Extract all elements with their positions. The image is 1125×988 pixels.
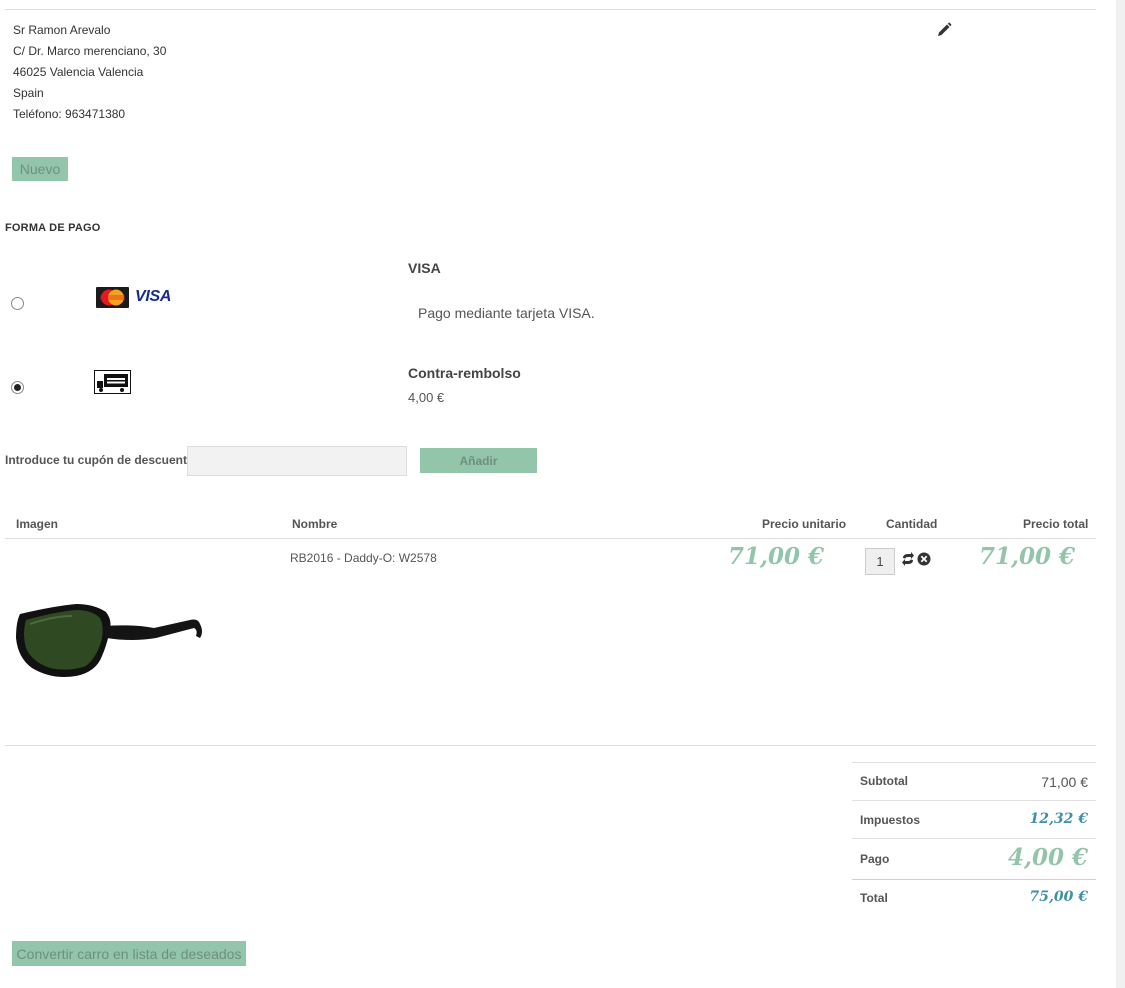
column-header-total-price: Precio total	[1023, 517, 1089, 531]
convert-to-wishlist-button[interactable]: Convertir carro en lista de deseados	[12, 941, 246, 966]
payment-fee-row: Pago 4,00 €	[852, 838, 1096, 879]
subtotal-label: Subtotal	[860, 774, 908, 788]
divider	[5, 745, 1096, 746]
mastercard-logo	[96, 287, 129, 308]
payment-radio-cod[interactable]	[11, 381, 24, 394]
total-value: 75,00 €	[1029, 889, 1088, 905]
pencil-icon[interactable]	[936, 22, 952, 38]
scrollbar[interactable]	[1116, 0, 1125, 988]
coupon-input[interactable]	[187, 446, 407, 476]
address-name: Sr Ramon Arevalo	[13, 23, 111, 37]
subtotal-value: 71,00 €	[1041, 774, 1088, 790]
sunglasses-product-image[interactable]	[14, 598, 204, 682]
address-street: C/ Dr. Marco merenciano, 30	[13, 44, 167, 58]
coupon-label: Introduce tu cupón de descuento	[5, 453, 195, 467]
address-phone: Teléfono: 963471380	[13, 107, 126, 121]
payment-method-fee-cod: 4,00 €	[408, 390, 445, 405]
payment-section-title: FORMA DE PAGO	[5, 222, 101, 234]
payment-method-description-visa: Pago mediante tarjeta VISA.	[418, 305, 595, 321]
apply-coupon-button[interactable]: Añadir	[420, 448, 537, 473]
unit-price: 71,00 €	[728, 543, 825, 570]
column-header-image: Imagen	[16, 517, 59, 531]
totals-table: Subtotal 71,00 € Impuestos 12,32 € Pago …	[852, 762, 1096, 914]
tax-value: 12,32 €	[1029, 811, 1088, 827]
new-address-button[interactable]: Nuevo	[12, 157, 68, 181]
payment-radio-visa[interactable]	[11, 297, 24, 310]
refresh-icon[interactable]	[901, 552, 915, 566]
total-label: Total	[860, 891, 888, 905]
quantity-input[interactable]: 1	[865, 548, 895, 575]
shipping-address: Sr Ramon Arevalo C/ Dr. Marco merenciano…	[13, 20, 166, 125]
tax-row: Impuestos 12,32 €	[852, 800, 1096, 838]
total-row: Total 75,00 €	[852, 879, 1096, 914]
divider	[5, 9, 1096, 10]
total-price: 71,00 €	[979, 543, 1076, 570]
address-country: Spain	[13, 86, 44, 100]
address-city: 46025 Valencia Valencia	[13, 65, 144, 79]
payment-fee-label: Pago	[860, 852, 890, 866]
column-header-name: Nombre	[292, 517, 338, 531]
payment-method-title-visa: VISA	[408, 260, 441, 276]
remove-icon[interactable]	[917, 552, 931, 566]
payment-fee-value: 4,00 €	[1007, 844, 1088, 871]
subtotal-row: Subtotal 71,00 €	[852, 762, 1096, 800]
visa-logo: VISA	[135, 288, 172, 305]
tax-label: Impuestos	[860, 813, 921, 827]
product-name[interactable]: RB2016 - Daddy-O: W2578	[290, 551, 437, 565]
payment-method-title-cod: Contra-rembolso	[408, 365, 521, 381]
column-header-unit-price: Precio unitario	[762, 517, 847, 531]
divider	[5, 538, 1096, 539]
column-header-quantity: Cantidad	[886, 517, 938, 531]
delivery-truck-icon	[94, 370, 131, 394]
